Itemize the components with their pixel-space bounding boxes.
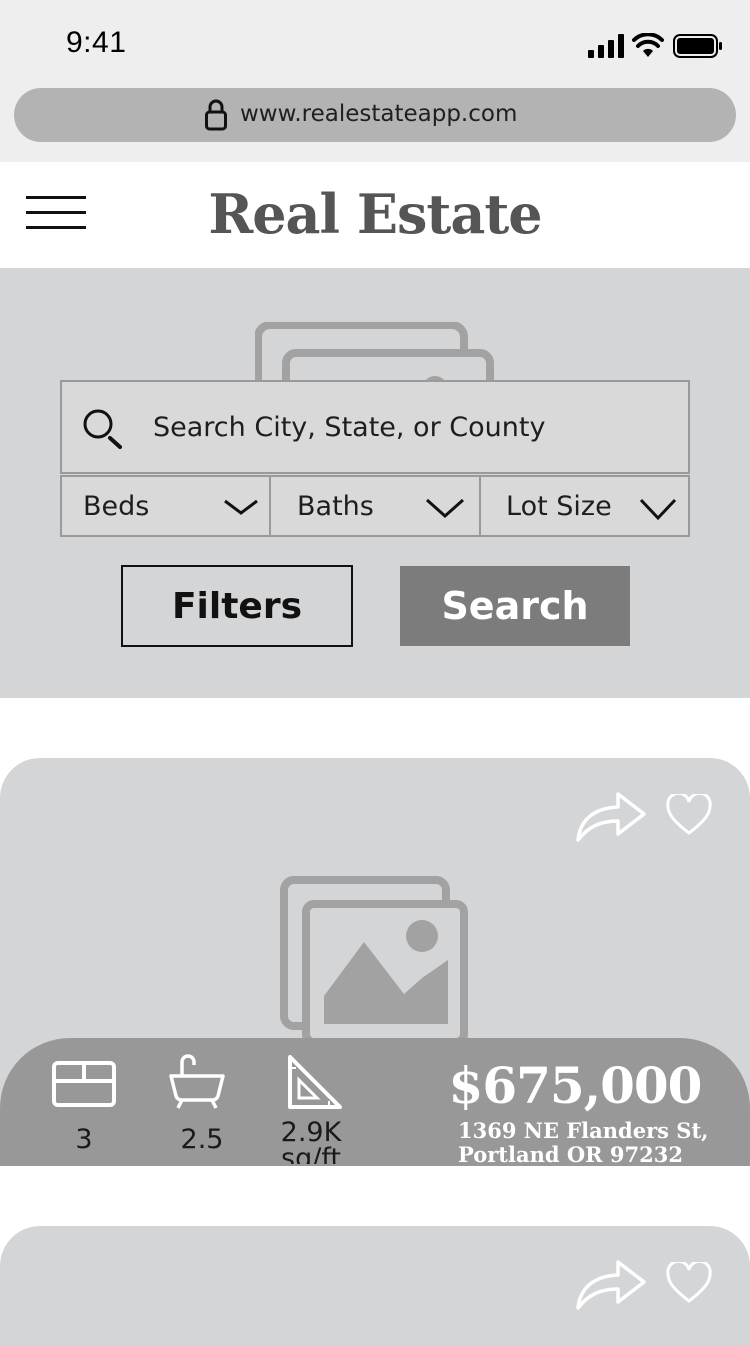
wifi-icon: [632, 33, 664, 57]
search-icon: [82, 408, 124, 450]
search-button[interactable]: Search: [400, 566, 630, 646]
listing-address-line1: 1369 NE Flanders St,: [458, 1118, 709, 1143]
page-title: Real Estate: [208, 182, 542, 246]
chevron-down-icon: [639, 497, 677, 521]
chevron-down-icon: [425, 497, 465, 519]
battery-icon: [673, 34, 723, 58]
share-icon[interactable]: [574, 790, 648, 842]
filters-button[interactable]: Filters: [121, 565, 353, 647]
lock-icon: [205, 99, 227, 131]
listing-price: $675,000: [448, 1056, 703, 1115]
bed-icon: [51, 1060, 117, 1108]
beds-value: 3: [75, 1124, 93, 1155]
baths-value: 2.5: [180, 1124, 224, 1155]
image-placeholder-icon: [255, 322, 495, 382]
signal-icon: [588, 34, 624, 58]
set-square-ruler-icon: [287, 1054, 343, 1110]
dropdown-beds-label: Beds: [83, 491, 150, 522]
favorite-heart-icon[interactable]: [666, 794, 712, 836]
url-text[interactable]: www.realestateapp.com: [240, 101, 517, 127]
bathtub-icon: [168, 1054, 226, 1110]
dropdown-lot-size-label: Lot Size: [506, 491, 612, 522]
status-time: 9:41: [66, 26, 127, 59]
share-icon[interactable]: [574, 1258, 648, 1310]
dropdown-baths-label: Baths: [297, 491, 374, 522]
favorite-heart-icon[interactable]: [666, 1262, 712, 1304]
chevron-down-icon: [223, 498, 259, 516]
area-value: 2.9K sq/ft: [280, 1120, 342, 1164]
search-input[interactable]: Search City, State, or County: [153, 412, 545, 443]
image-placeholder-icon: [280, 876, 472, 1048]
listing-address-line2: Portland OR 97232: [458, 1142, 683, 1167]
